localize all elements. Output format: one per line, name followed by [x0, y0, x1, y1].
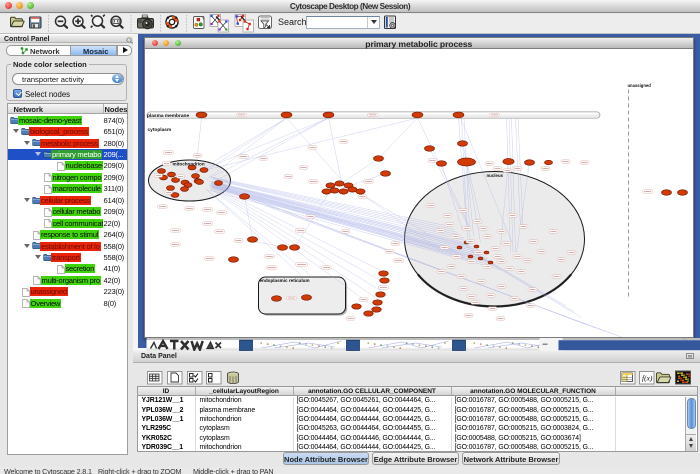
svg-text:plasma membrane: plasma membrane: [147, 113, 189, 119]
svg-text:unassigned: unassigned: [627, 83, 651, 88]
svg-text:f(x): f(x): [642, 373, 653, 382]
svg-text:nucleus: nucleus: [486, 173, 503, 178]
svg-text:cytoplasm: cytoplasm: [147, 127, 171, 133]
svg-text:endoplasmic reticulum: endoplasmic reticulum: [259, 278, 309, 283]
svg-text:mitochondrion: mitochondrion: [172, 161, 204, 166]
